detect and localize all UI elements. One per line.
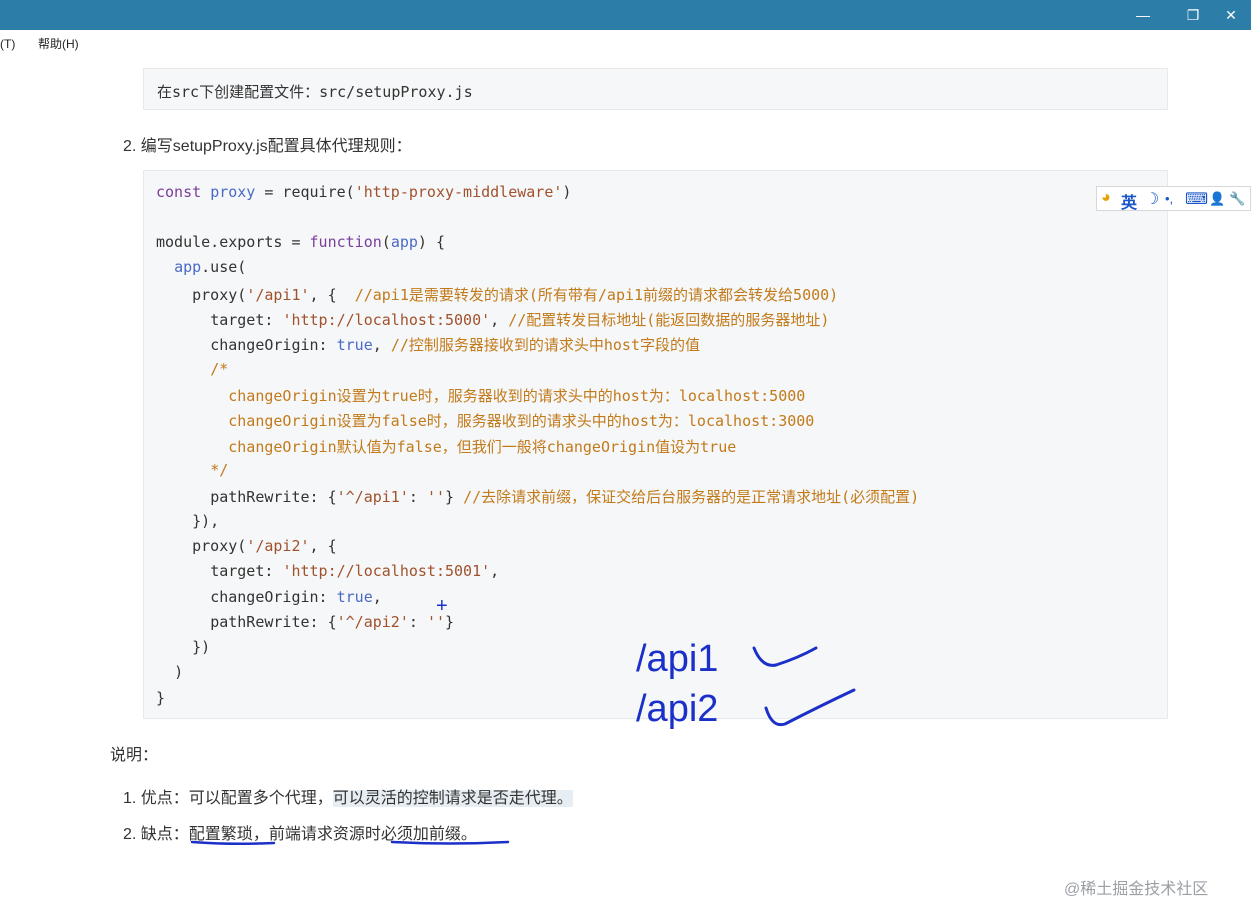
watermark: @稀土掘金技术社区	[1064, 881, 1209, 898]
notes-title: 说明：	[110, 747, 159, 764]
highlighted-text: 可以灵活的控制请求是否走代理。	[332, 790, 573, 807]
annotation-strokes	[190, 646, 856, 846]
checkmark-api2-icon	[764, 688, 856, 727]
note-item-disadvantage: 2. 缺点：配置繁琐，前端请求资源时必须加前缀。	[123, 826, 477, 843]
checkmark-api1-icon	[752, 646, 818, 667]
note-item-advantage: 1. 优点：可以配置多个代理，可以灵活的控制请求是否走代理。	[123, 790, 573, 807]
